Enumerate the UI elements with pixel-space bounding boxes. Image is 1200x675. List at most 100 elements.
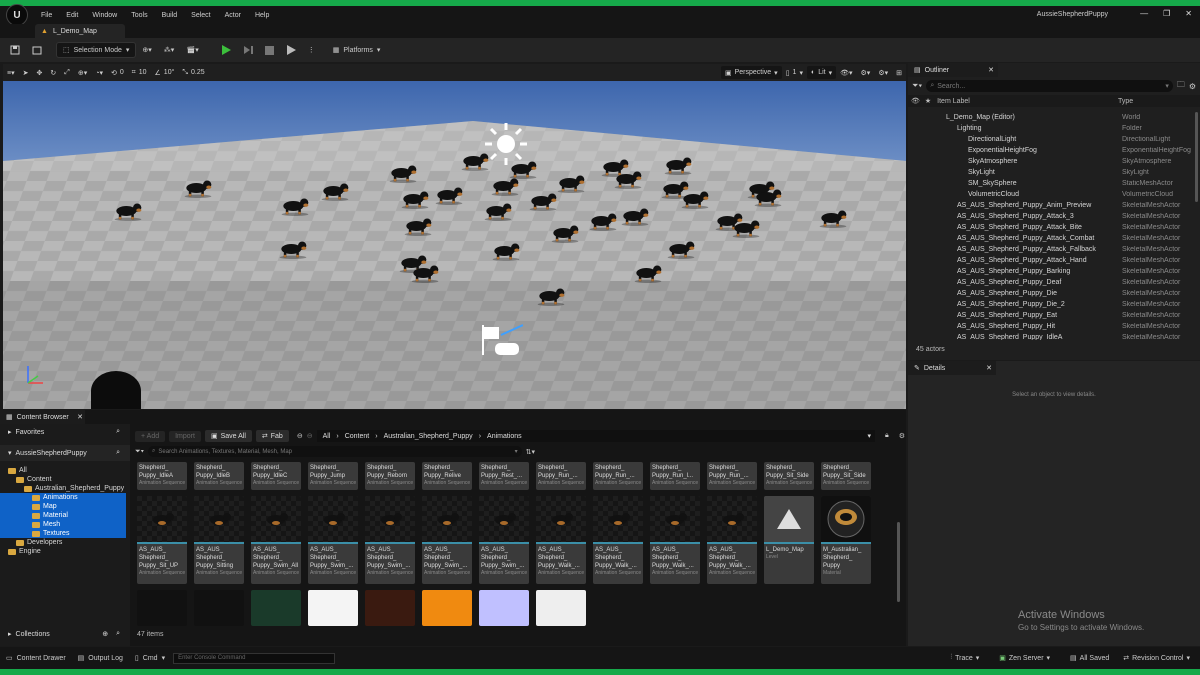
col-type[interactable]: Type	[1118, 98, 1133, 105]
puppy-actor[interactable]	[615, 206, 655, 226]
puppy-actor[interactable]	[726, 218, 766, 238]
folder-item[interactable]: Material	[0, 511, 126, 520]
folder-item[interactable]: Animations	[0, 493, 126, 502]
asset-tile[interactable]: AS_AUS_ Shepherd_ Puppy_Swim_... Animatio…	[308, 496, 358, 584]
folder-item[interactable]: Map	[0, 502, 126, 511]
asset-tile[interactable]: AS_AUS_ Shepherd_ Puppy_Walk_... Animatio…	[650, 496, 700, 584]
asset-thumbnail-tile[interactable]	[308, 590, 358, 626]
asset-tile[interactable]: AS_AUS_ Shepherd_ Puppy_Walk_... Animatio…	[536, 496, 586, 584]
sort-icon[interactable]: ⇅▾	[526, 448, 535, 456]
folder-item[interactable]: Engine	[0, 547, 126, 556]
settings-icon[interactable]: ⚙	[1189, 82, 1196, 91]
asset-tile[interactable]: Shepherd_ Puppy_Sit_Side Animation Sequen…	[821, 462, 871, 490]
breadcrumb-content[interactable]: Content	[345, 433, 370, 440]
outliner-row[interactable]: AS_AUS_Shepherd_Puppy_Hit SkeletalMeshAct…	[908, 321, 1200, 332]
puppy-actor[interactable]	[108, 201, 148, 221]
move-tool-icon[interactable]: ✥	[32, 66, 46, 79]
asset-tile[interactable]: Shepherd_ Puppy_Relive Animation Sequence	[422, 462, 472, 490]
folder-item[interactable]: Content	[0, 475, 126, 484]
maximize-viewport-icon[interactable]: ⊞	[892, 66, 906, 79]
content-browser-tab[interactable]: ▦ Content Browser ✕	[0, 410, 85, 424]
menu-edit[interactable]: Edit	[59, 12, 85, 19]
trace-button[interactable]: ⫶ Trace ▾	[950, 654, 979, 662]
add-actor-icon[interactable]: ⊕▾	[136, 42, 157, 58]
asset-tile[interactable]: AS_AUS_ Shepherd_ Puppy_Swim_... Animatio…	[365, 496, 415, 584]
back-icon[interactable]: ⊖	[297, 432, 303, 440]
puppy-actor[interactable]	[275, 196, 315, 216]
outliner-row[interactable]: AS_AUS_Shepherd_Puppy_Anim_Preview Skelet…	[908, 200, 1200, 211]
puppy-actor[interactable]	[608, 169, 648, 189]
asset-tile[interactable]: AS_AUS_ Shepherd_ Puppy_Swim_... Animatio…	[479, 496, 529, 584]
asset-tile[interactable]: Shepherd_ Puppy_Run_... Animation Sequenc…	[593, 462, 643, 490]
unreal-logo-icon[interactable]: U	[6, 4, 28, 26]
folder-item[interactable]: All	[0, 466, 126, 475]
close-icon[interactable]: ✕	[988, 66, 994, 74]
search-icon[interactable]: ⌕	[116, 428, 120, 436]
outliner-row[interactable]: AS_AUS_Shepherd_Puppy_Die SkeletalMeshAct…	[908, 288, 1200, 299]
console-input[interactable]: Enter Console Command	[173, 652, 336, 664]
details-tab[interactable]: ✎ Details ✕	[908, 361, 996, 375]
asset-tile[interactable]: Shepherd_ Puppy_IdleA Animation Sequence	[137, 462, 187, 490]
asset-thumbnail-tile[interactable]	[251, 590, 301, 626]
outliner-row[interactable]: AS_AUS_Shepherd_Puppy_Attack_3 SkeletalMe…	[908, 211, 1200, 222]
menu-select[interactable]: Select	[184, 12, 217, 19]
menu-file[interactable]: File	[34, 12, 59, 19]
asset-tile[interactable]: AS_AUS_ Shepherd_ Puppy_Sitting Animation…	[194, 496, 244, 584]
save-icon[interactable]	[4, 42, 26, 58]
asset-tile[interactable]: Shepherd_ Puppy_Rest_... Animation Sequen…	[479, 462, 529, 490]
fab-button[interactable]: ⇄ Fab	[255, 430, 289, 442]
filter-icon[interactable]: ⏷▾	[912, 81, 922, 91]
lit-button[interactable]: ◐ Lit ▾	[806, 66, 837, 79]
folder-item[interactable]: Australian_Shepherd_Puppy	[0, 484, 126, 493]
outliner-search-input[interactable]: ⌕ Search... ▾	[926, 80, 1173, 92]
chevron-down-icon[interactable]: ▾	[867, 432, 871, 440]
puppy-actor[interactable]	[455, 151, 495, 171]
outliner-row[interactable]: AS_AUS_Shepherd_Puppy_Die_2 SkeletalMeshA…	[908, 299, 1200, 310]
puppy-actor[interactable]	[503, 159, 543, 179]
performance-icon[interactable]: ⚙▾	[857, 66, 875, 79]
tab-level[interactable]: ▲ L_Demo_Map	[35, 24, 125, 38]
add-folder-icon[interactable]: 🗀︎	[1177, 79, 1185, 93]
play-icon[interactable]	[215, 42, 237, 58]
folder-item[interactable]: Textures	[0, 529, 126, 538]
menu-build[interactable]: Build	[155, 12, 185, 19]
show-flags-icon[interactable]: 👁︎▾	[836, 66, 856, 79]
viewport-layout-button[interactable]: ▯ 1 ▾	[782, 66, 807, 79]
search-icon[interactable]: ⌕	[116, 449, 120, 457]
pin-icon[interactable]: ★	[925, 97, 931, 105]
output-log-button[interactable]: ▤ Output Log	[78, 654, 123, 663]
forward-icon[interactable]: ⊖	[307, 432, 313, 440]
outliner-row[interactable]: DirectionalLight DirectionalLight	[908, 134, 1200, 145]
asset-tile[interactable]: Shepherd_ Puppy_Run_... Animation Sequenc…	[707, 462, 757, 490]
puppy-actor[interactable]	[485, 176, 525, 196]
outliner-row[interactable]: AS_AUS_Shepherd_Puppy_Eat SkeletalMeshAct…	[908, 310, 1200, 321]
puppy-actor[interactable]	[551, 173, 591, 193]
menu-help[interactable]: Help	[248, 12, 276, 19]
outliner-row[interactable]: L_Demo_Map (Editor) World	[908, 112, 1200, 123]
asset-tile[interactable]: AS_AUS_ Shepherd_ Puppy_Walk_... Animatio…	[593, 496, 643, 584]
favorites-section[interactable]: ▸ Favorites ⌕	[0, 424, 130, 440]
add-collection-icon[interactable]: ⊕	[102, 630, 108, 638]
settings-icon[interactable]: ⚙	[899, 432, 905, 440]
play-options-icon[interactable]: ⋮	[302, 42, 321, 58]
asset-thumbnail-tile[interactable]	[479, 590, 529, 626]
viewport-menu-icon[interactable]: ≡▾	[3, 66, 19, 79]
puppy-actor[interactable]	[478, 201, 518, 221]
grid-snap-value[interactable]: ⌗ 10	[128, 66, 151, 79]
lock-icon[interactable]: 🔒︎	[885, 432, 889, 440]
search-icon[interactable]: ⌕	[116, 630, 120, 638]
collections-section[interactable]: ▸ Collections ⊕ ⌕	[0, 626, 130, 642]
world-space-icon[interactable]: ⊕▾	[74, 66, 91, 79]
puppy-actor[interactable]	[661, 239, 701, 259]
outliner-row[interactable]: AS_AUS_Shepherd_Puppy_IdleA SkeletalMeshA…	[908, 332, 1200, 340]
asset-tile[interactable]: AS_AUS_ Shepherd_ Puppy_Swim_... Animatio…	[422, 496, 472, 584]
level-viewport[interactable]	[3, 81, 906, 409]
scale-snap-value[interactable]: ⤡ 0.25	[178, 66, 208, 79]
rotate-snap-value[interactable]: ⟲ 0	[107, 66, 128, 79]
asset-tile[interactable]: Shepherd_ Puppy_Reborn Animation Sequence	[365, 462, 415, 490]
puppy-actor[interactable]	[531, 286, 571, 306]
asset-tile[interactable]: Shepherd_ Puppy_Run_l... Animation Sequen…	[650, 462, 700, 490]
asset-tile[interactable]: AS_AUS_ Shepherd_ Puppy_Swim_All Animatio…	[251, 496, 301, 584]
cinematics-icon[interactable]: 🎬︎▾	[180, 42, 204, 58]
rotate-tool-icon[interactable]: ↻	[46, 66, 60, 79]
